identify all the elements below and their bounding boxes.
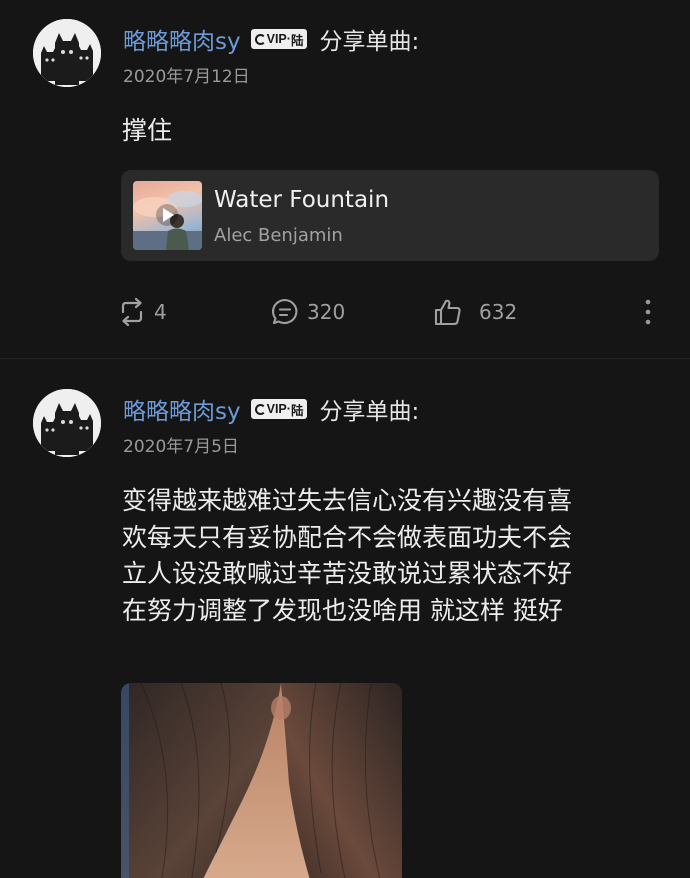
repost-icon <box>121 297 143 327</box>
feed: 略略略肉sy VIP · 陆 分享单曲: 2020年7月12日 撑住 Water… <box>0 0 690 878</box>
black-cats-icon <box>33 389 101 457</box>
album-art <box>133 191 202 250</box>
avatar[interactable] <box>33 389 101 457</box>
song-artist[interactable]: Alec Benjamin <box>214 225 343 246</box>
vip-logo-icon <box>254 33 266 45</box>
username[interactable]: 略略略肉sy <box>123 22 241 56</box>
vip-badge[interactable]: VIP · 陆 <box>250 29 308 49</box>
comment-count: 320 <box>307 300 346 324</box>
post-date: 2020年7月12日 <box>123 67 250 87</box>
thumbs-up-icon <box>434 299 461 326</box>
hair-photo <box>121 683 402 878</box>
post-photo[interactable] <box>121 683 402 878</box>
vip-badge[interactable]: VIP · 陆 <box>250 399 308 419</box>
vip-level: 陆 <box>290 403 304 418</box>
avatar[interactable] <box>33 19 101 87</box>
share-label: 分享单曲: <box>319 29 420 55</box>
album-cover[interactable] <box>133 181 202 250</box>
share-label: 分享单曲: <box>319 399 420 425</box>
like-count: 632 <box>479 300 518 324</box>
vip-text: VIP <box>266 402 287 416</box>
comment-button[interactable]: 320 <box>270 295 345 329</box>
post-header: 略略略肉sy VIP · 陆 分享单曲: <box>123 393 419 425</box>
post-text: 变得越来越难过失去信心没有兴趣没有喜 欢每天只有妥协配合不会做表面功夫不会 立人… <box>122 486 573 625</box>
repost-button[interactable]: 4 <box>117 295 167 329</box>
like-button[interactable]: 632 <box>433 295 517 329</box>
username[interactable]: 略略略肉sy <box>123 392 241 426</box>
more-vertical-icon <box>645 299 651 325</box>
vip-level: 陆 <box>290 33 304 48</box>
comment-icon <box>271 298 298 325</box>
music-card[interactable]: Water Fountain Alec Benjamin <box>121 170 659 261</box>
post-text: 撑住 <box>122 116 173 145</box>
song-title[interactable]: Water Fountain <box>214 187 389 213</box>
black-cats-icon <box>33 19 101 87</box>
vip-logo-icon <box>254 403 266 415</box>
more-options-button[interactable] <box>638 296 658 328</box>
repost-count: 4 <box>154 300 167 324</box>
vip-text: VIP <box>266 32 287 46</box>
post-item: 略略略肉sy VIP · 陆 分享单曲: 2020年7月12日 撑住 Water… <box>0 0 690 359</box>
post-date: 2020年7月5日 <box>123 437 239 457</box>
play-icon <box>156 204 178 226</box>
post-header: 略略略肉sy VIP · 陆 分享单曲: <box>123 23 419 55</box>
